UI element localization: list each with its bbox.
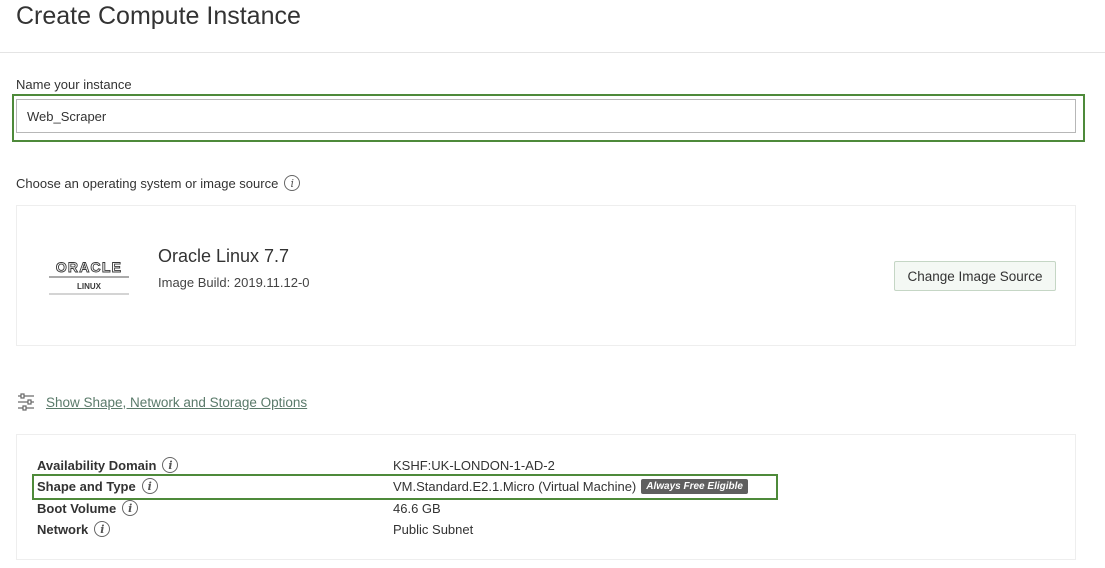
info-icon[interactable]: i [284,175,301,191]
image-build: Image Build: 2019.11.12-0 [158,275,310,290]
network-label: Network [37,521,89,537]
os-section-label: Choose an operating system or image sour… [16,175,301,191]
options-row[interactable]: Show Shape, Network and Storage Options [16,392,307,412]
network-key: Network i [37,521,393,537]
page-title: Create Compute Instance [16,2,301,30]
availability-domain-value: KSHF:UK-LONDON-1-AD-2 [393,457,555,473]
oracle-logo-sub: LINUX [77,282,102,291]
boot-volume-key: Boot Volume i [37,500,393,516]
oracle-linux-logo: ORACLE LINUX [49,259,129,295]
shape-and-type-key: Shape and Type i [37,478,393,494]
shape-and-type-value: VM.Standard.E2.1.Micro (Virtual Machine) [393,478,637,494]
info-icon[interactable]: i [94,521,111,537]
summary-row-availability-domain: Availability Domain i KSHF:UK-LONDON-1-A… [37,455,777,475]
sliders-icon [18,393,34,411]
shape-and-type-label: Shape and Type [37,478,136,494]
summary-row-boot-volume: Boot Volume i 46.6 GB [37,498,777,518]
image-card: ORACLE LINUX Oracle Linux 7.7 Image Buil… [16,205,1076,346]
show-shape-network-storage-link[interactable]: Show Shape, Network and Storage Options [46,395,307,410]
instance-name-input[interactable] [16,99,1076,133]
os-name: Oracle Linux 7.7 [158,246,290,266]
always-free-badge: Always Free Eligible [641,478,748,494]
boot-volume-label: Boot Volume [37,500,117,516]
availability-domain-label: Availability Domain [37,457,157,473]
info-icon[interactable]: i [122,500,139,516]
oracle-logo-word: ORACLE [56,259,122,275]
availability-domain-key: Availability Domain i [37,457,393,473]
os-label-text: Choose an operating system or image sour… [16,175,279,191]
title-divider [0,52,1105,53]
name-label: Name your instance [16,77,132,92]
info-icon[interactable]: i [141,478,158,494]
info-icon[interactable]: i [162,457,179,473]
boot-volume-value: 46.6 GB [393,500,441,516]
network-value: Public Subnet [393,521,474,537]
shape-and-type-value-wrap: VM.Standard.E2.1.Micro (Virtual Machine)… [393,478,748,494]
summary-row-network: Network i Public Subnet [37,519,777,539]
summary-row-shape-and-type: Shape and Type i VM.Standard.E2.1.Micro … [37,476,777,496]
change-image-source-button[interactable]: Change Image Source [894,261,1056,291]
